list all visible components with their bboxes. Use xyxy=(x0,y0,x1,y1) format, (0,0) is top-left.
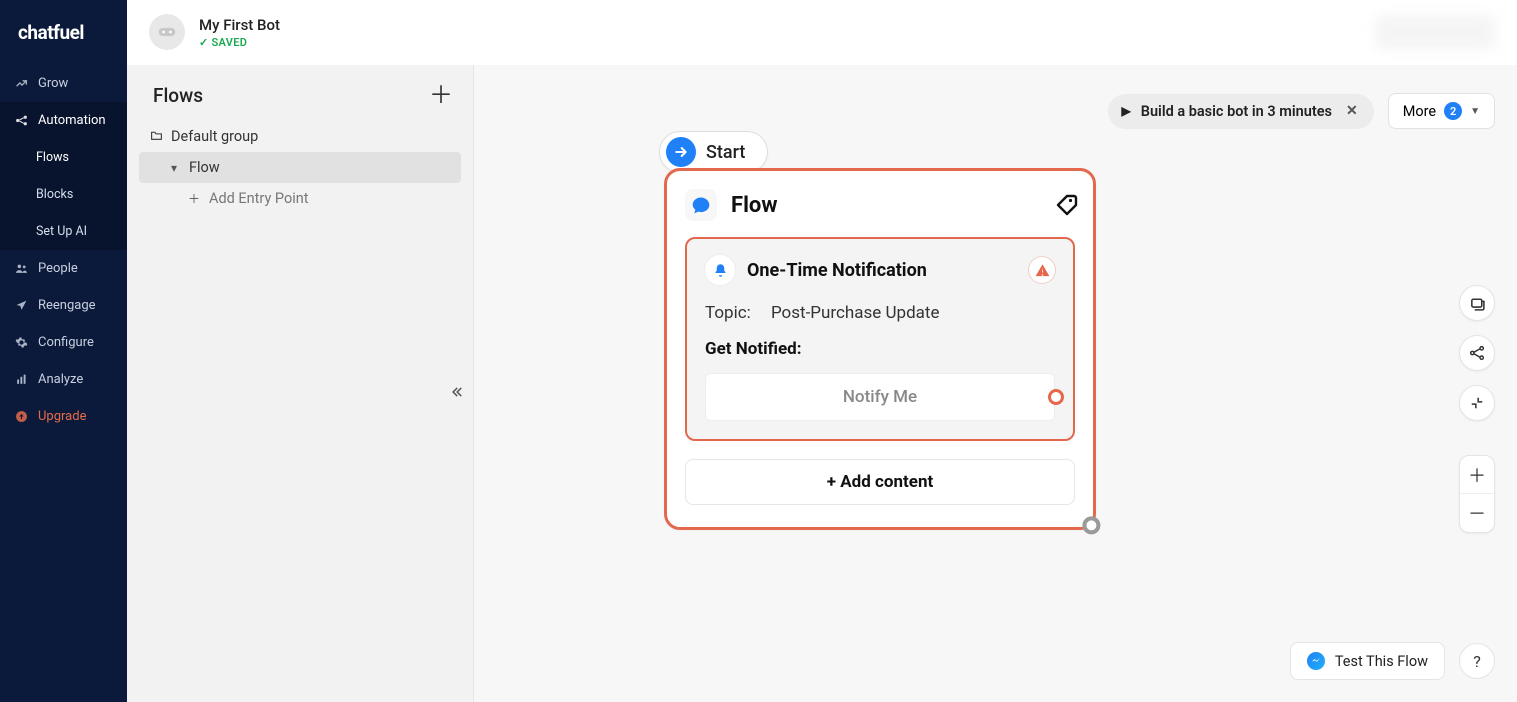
people-icon xyxy=(14,262,28,275)
chat-icon xyxy=(685,189,717,221)
sidebar-item-reengage[interactable]: Reengage xyxy=(0,287,127,324)
saved-badge: ✓ SAVED xyxy=(199,36,280,49)
help-button[interactable]: ? xyxy=(1459,643,1495,679)
sidebar-item-grow[interactable]: Grow xyxy=(0,65,127,102)
notify-me-label: Notify Me xyxy=(843,387,917,407)
more-button[interactable]: More 2 ▼ xyxy=(1388,93,1495,129)
notification-block[interactable]: One-Time Notification Topic: Post-Purcha… xyxy=(685,237,1075,441)
tag-icon[interactable] xyxy=(1048,193,1078,217)
messenger-icon xyxy=(1307,652,1325,670)
add-content-label: + Add content xyxy=(827,472,933,492)
sidebar-label: Reengage xyxy=(38,298,96,313)
tree-group-label: Default group xyxy=(171,128,258,145)
reengage-icon xyxy=(14,299,28,312)
topic-label: Topic: xyxy=(705,303,751,323)
zoom-in-button[interactable]: ＋ xyxy=(1460,456,1494,494)
sidebar-label: Analyze xyxy=(38,372,83,387)
help-label: ? xyxy=(1473,652,1481,671)
notification-title: One-Time Notification xyxy=(747,260,1017,281)
sidebar-item-analyze[interactable]: Analyze xyxy=(0,361,127,398)
play-icon: ▶ xyxy=(1122,104,1131,118)
sidebar-sub-flows[interactable]: Flows xyxy=(0,139,127,176)
bot-avatar[interactable] xyxy=(149,14,185,50)
caret-down-icon: ▾ xyxy=(167,161,181,175)
arrow-right-icon xyxy=(666,137,696,167)
flow-card-title: Flow xyxy=(731,193,1037,218)
sidebar-item-automation[interactable]: Automation xyxy=(0,102,127,139)
sidebar-label: People xyxy=(38,261,78,276)
sidebar-sub-blocks[interactable]: Blocks xyxy=(0,176,127,213)
folder-icon xyxy=(149,130,163,144)
sidebar-label: Configure xyxy=(38,335,94,350)
flow-canvas[interactable]: ▶ Build a basic bot in 3 minutes ✕ More … xyxy=(474,65,1517,702)
saved-label: SAVED xyxy=(212,36,248,49)
zoom-out-button[interactable]: － xyxy=(1460,494,1494,532)
sidebar-label: Automation xyxy=(38,113,106,128)
sidebar-label: Upgrade xyxy=(38,409,86,424)
flows-panel: Flows ＋ Default group ▾ Flow ＋ Add Entry… xyxy=(127,65,474,702)
upgrade-icon xyxy=(14,410,28,423)
output-port[interactable] xyxy=(1048,389,1064,405)
layout-button[interactable] xyxy=(1459,335,1495,371)
start-node[interactable]: Start xyxy=(659,131,768,173)
flows-title: Flows xyxy=(153,84,203,107)
sidebar-item-people[interactable]: People xyxy=(0,250,127,287)
add-flow-button[interactable]: ＋ xyxy=(429,83,453,107)
canvas-rail: ＋ － xyxy=(1459,285,1495,533)
check-icon: ✓ xyxy=(199,36,209,49)
start-label: Start xyxy=(706,142,745,163)
sidebar-sub-label: Set Up AI xyxy=(36,224,87,239)
sidebar-sub-label: Blocks xyxy=(36,187,73,202)
sidebar-sub-label: Flows xyxy=(36,150,69,165)
gear-icon xyxy=(14,336,28,349)
more-label: More xyxy=(1403,103,1436,120)
sidebar-item-configure[interactable]: Configure xyxy=(0,324,127,361)
card-output-port[interactable] xyxy=(1082,516,1100,534)
tip-pill[interactable]: ▶ Build a basic bot in 3 minutes ✕ xyxy=(1108,94,1374,129)
plus-icon: ＋ xyxy=(187,190,201,207)
caret-down-icon: ▼ xyxy=(1470,106,1480,117)
flow-card[interactable]: Flow One-Time Notification Topic: Post-P… xyxy=(664,168,1096,530)
sidebar-label: Grow xyxy=(38,76,68,91)
notify-me-button[interactable]: Notify Me xyxy=(705,373,1055,421)
tree-group[interactable]: Default group xyxy=(139,121,461,152)
fit-view-button[interactable] xyxy=(1459,285,1495,321)
close-icon[interactable]: ✕ xyxy=(1342,103,1358,119)
collapse-panel-button[interactable] xyxy=(449,385,463,403)
top-header: My First Bot ✓ SAVED xyxy=(127,0,1517,65)
tree-flow-label: Flow xyxy=(189,159,220,176)
brand-logo: chatfuel xyxy=(0,0,127,65)
add-entry-point[interactable]: ＋ Add Entry Point xyxy=(139,183,461,214)
test-flow-button[interactable]: Test This Flow xyxy=(1290,642,1445,680)
minimize-button[interactable] xyxy=(1459,385,1495,421)
add-content-button[interactable]: + Add content xyxy=(685,459,1075,505)
sidebar-sub-setupai[interactable]: Set Up AI xyxy=(0,213,127,250)
tree-flow[interactable]: ▾ Flow xyxy=(139,152,461,183)
more-count-badge: 2 xyxy=(1444,102,1462,120)
bot-title: My First Bot xyxy=(199,16,280,34)
tip-label: Build a basic bot in 3 minutes xyxy=(1141,103,1332,120)
user-menu[interactable] xyxy=(1375,15,1495,49)
sidebar-item-upgrade[interactable]: Upgrade xyxy=(0,398,127,435)
bell-icon xyxy=(705,255,735,285)
analyze-icon xyxy=(14,373,28,386)
add-entry-label: Add Entry Point xyxy=(209,190,309,207)
warning-icon[interactable] xyxy=(1029,257,1055,283)
topic-value: Post-Purchase Update xyxy=(771,303,940,323)
topic-row: Topic: Post-Purchase Update xyxy=(705,303,1055,323)
test-flow-label: Test This Flow xyxy=(1335,653,1428,670)
main-sidebar: chatfuel Grow Automation Flows Blocks Se… xyxy=(0,0,127,702)
get-notified-label: Get Notified: xyxy=(705,339,1055,359)
grow-icon xyxy=(14,77,28,90)
automation-icon xyxy=(14,114,28,127)
